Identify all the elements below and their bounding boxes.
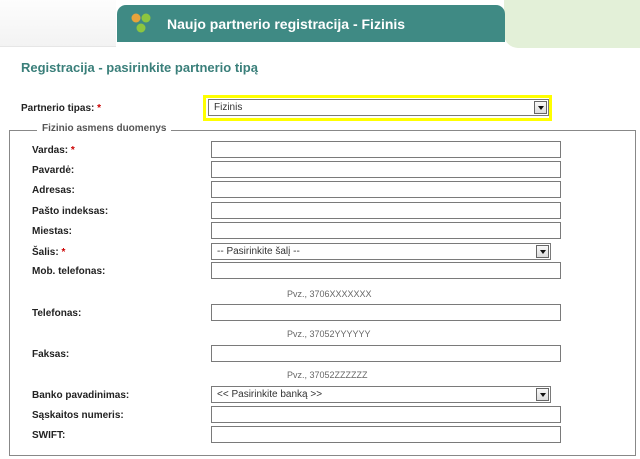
page-title: Registracija - pasirinkite partnerio tip… bbox=[21, 60, 258, 75]
saskaitos-numeris-input[interactable] bbox=[211, 406, 561, 423]
mob-telefonas-label: Mob. telefonas: bbox=[32, 266, 106, 277]
mob-telefonas-hint: Pvz., 3706XXXXXXX bbox=[287, 289, 372, 299]
pavarde-label: Pavardė: bbox=[32, 165, 75, 176]
chevron-down-icon[interactable] bbox=[536, 388, 549, 401]
salis-label-text: Šalis: bbox=[32, 247, 59, 258]
partner-type-select[interactable]: Fizinis bbox=[208, 99, 549, 116]
bank-select[interactable]: << Pasirinkite banką >> bbox=[211, 386, 551, 403]
page-header: Naujo partnerio registracija - Fizinis bbox=[117, 5, 505, 42]
telefonas-input[interactable] bbox=[211, 304, 561, 321]
vardas-label: Vardas: * bbox=[32, 145, 75, 156]
mob-telefonas-input[interactable] bbox=[211, 262, 561, 279]
pasto-indeksas-input[interactable] bbox=[211, 202, 561, 219]
faksas-hint: Pvz., 37052ZZZZZZ bbox=[287, 370, 368, 380]
miestas-label: Miestas: bbox=[32, 226, 73, 237]
faksas-label: Faksas: bbox=[32, 349, 70, 360]
chevron-down-icon[interactable] bbox=[534, 101, 547, 114]
saskaitos-numeris-label: Sąskaitos numeris: bbox=[32, 410, 124, 421]
telefonas-hint: Pvz., 37052YYYYYY bbox=[287, 329, 371, 339]
salis-label: Šalis: * bbox=[32, 247, 65, 258]
fieldset-legend: Fizinio asmens duomenys bbox=[37, 123, 172, 134]
top-bar-left bbox=[0, 0, 116, 47]
pavarde-input[interactable] bbox=[211, 161, 561, 178]
required-mark: * bbox=[61, 247, 66, 258]
miestas-input[interactable] bbox=[211, 222, 561, 239]
vardas-input[interactable] bbox=[211, 141, 561, 158]
adresas-label: Adresas: bbox=[32, 185, 75, 196]
partner-type-label: Partnerio tipas: * bbox=[21, 103, 101, 114]
banko-pavadinimas-label: Banko pavadinimas: bbox=[32, 390, 130, 401]
partner-logo-icon bbox=[131, 13, 151, 33]
top-bar-right-accent bbox=[504, 0, 640, 48]
telefonas-label: Telefonas: bbox=[32, 308, 82, 319]
country-select-value: -- Pasirinkite šalį -- bbox=[217, 246, 300, 257]
partner-type-label-text: Partnerio tipas: bbox=[21, 103, 95, 114]
header-title: Naujo partnerio registracija - Fizinis bbox=[167, 16, 406, 32]
partner-type-value: Fizinis bbox=[214, 102, 243, 113]
pasto-indeksas-label: Pašto indeksas: bbox=[32, 206, 109, 217]
vardas-label-text: Vardas: bbox=[32, 145, 69, 156]
bank-select-value: << Pasirinkite banką >> bbox=[217, 389, 323, 400]
adresas-input[interactable] bbox=[211, 181, 561, 198]
required-mark: * bbox=[97, 103, 102, 114]
faksas-input[interactable] bbox=[211, 345, 561, 362]
swift-input[interactable] bbox=[211, 426, 561, 443]
swift-label: SWIFT: bbox=[32, 430, 66, 441]
chevron-down-icon[interactable] bbox=[536, 245, 549, 258]
required-mark: * bbox=[70, 145, 75, 156]
country-select[interactable]: -- Pasirinkite šalį -- bbox=[211, 243, 551, 260]
